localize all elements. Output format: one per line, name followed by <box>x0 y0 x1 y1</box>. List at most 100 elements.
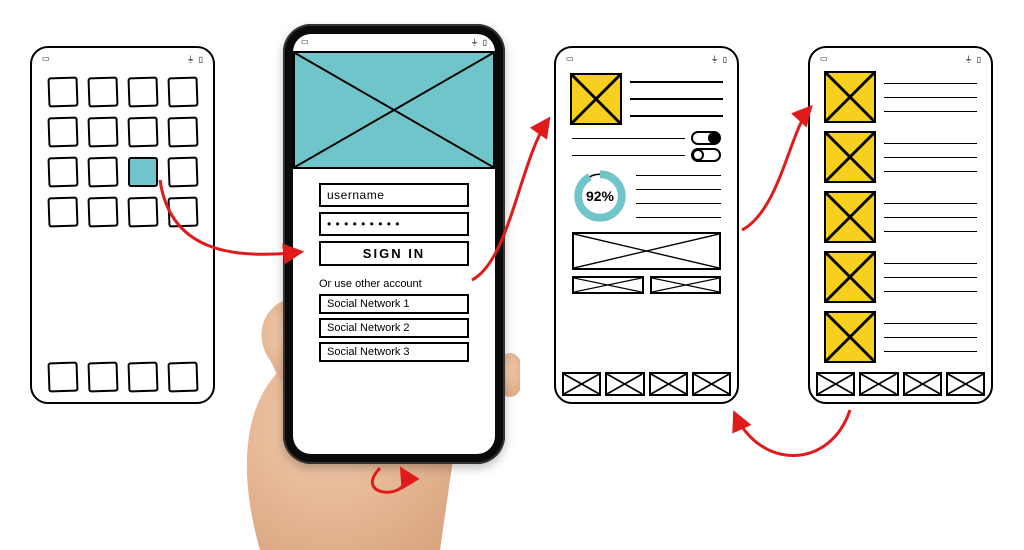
text-line-placeholder <box>884 231 977 232</box>
app-icon[interactable] <box>87 116 118 147</box>
tab-item[interactable] <box>946 372 985 396</box>
wifi-icon: ⏚ <box>965 54 973 65</box>
dock-app-icon[interactable] <box>47 361 78 392</box>
username-field[interactable]: username <box>319 183 469 207</box>
thumbnail-placeholder <box>824 71 876 123</box>
wireframe-screen-login: ▭ ⏚ ▯ username • • • • • • • • • SIGN IN… <box>293 34 495 454</box>
status-notch-icon: ▭ <box>42 54 50 65</box>
app-icon[interactable] <box>87 76 118 107</box>
dock-app-icon[interactable] <box>127 361 158 392</box>
app-icon[interactable] <box>127 196 158 227</box>
battery-icon: ▯ <box>723 55 727 64</box>
text-line-placeholder <box>884 323 977 324</box>
text-line-placeholder <box>884 337 977 338</box>
app-icon[interactable] <box>47 156 78 187</box>
text-line-placeholder <box>884 111 977 112</box>
text-line-placeholder <box>572 155 685 156</box>
text-line-placeholder <box>630 115 723 117</box>
wireframe-screen-profile: ▭ ⏚ ▯ 92% <box>554 46 739 404</box>
tab-item[interactable] <box>816 372 855 396</box>
tab-bar <box>562 372 731 396</box>
tab-item[interactable] <box>605 372 644 396</box>
text-line-placeholder <box>884 97 977 98</box>
wifi-icon: ⏚ <box>711 54 719 65</box>
feed-row[interactable] <box>816 67 985 127</box>
app-icon[interactable] <box>127 116 158 147</box>
app-icon-selected[interactable] <box>128 157 158 187</box>
app-grid <box>38 67 207 227</box>
tab-item[interactable] <box>859 372 898 396</box>
feed-row[interactable] <box>816 247 985 307</box>
avatar-placeholder <box>570 73 622 125</box>
arrow-login-loop <box>372 468 405 492</box>
app-icon[interactable] <box>167 156 198 187</box>
app-icon[interactable] <box>47 196 78 227</box>
tab-item[interactable] <box>562 372 601 396</box>
app-icon[interactable] <box>167 116 198 147</box>
text-line-placeholder <box>884 143 977 144</box>
battery-icon: ▯ <box>483 38 487 47</box>
hero-image-placeholder <box>293 51 495 169</box>
card-placeholder[interactable] <box>572 276 644 294</box>
tab-bar <box>816 372 985 396</box>
toggle-switch[interactable] <box>691 148 721 162</box>
social-login-button[interactable]: Social Network 1 <box>319 294 469 314</box>
tab-item[interactable] <box>903 372 942 396</box>
status-notch-icon: ▭ <box>820 54 828 65</box>
sign-in-button[interactable]: SIGN IN <box>319 241 469 266</box>
app-icon[interactable] <box>87 196 118 227</box>
arrow-profile-to-feed <box>742 108 810 230</box>
feed-row[interactable] <box>816 307 985 367</box>
app-icon[interactable] <box>127 76 158 107</box>
text-line-placeholder <box>884 157 977 158</box>
thumbnail-placeholder <box>824 251 876 303</box>
text-line-placeholder <box>630 81 723 83</box>
or-use-other-text: Or use other account <box>319 278 495 290</box>
thumbnail-placeholder <box>824 131 876 183</box>
app-icon[interactable] <box>167 196 198 227</box>
status-notch-icon: ▭ <box>566 54 574 65</box>
text-line-placeholder <box>884 277 977 278</box>
arrow-feed-to-profile <box>735 410 850 456</box>
app-icon[interactable] <box>167 76 198 107</box>
thumbnail-placeholder <box>824 311 876 363</box>
text-line-placeholder <box>884 217 977 218</box>
status-notch-icon: ▭ <box>301 37 309 48</box>
status-bar: ▭ ⏚ ▯ <box>816 52 985 67</box>
dock <box>32 362 213 392</box>
text-line-placeholder <box>572 138 685 139</box>
social-login-button[interactable]: Social Network 3 <box>319 342 469 362</box>
app-icon[interactable] <box>47 116 78 147</box>
password-field[interactable]: • • • • • • • • • <box>319 212 469 236</box>
text-line-placeholder <box>884 171 977 172</box>
text-line-placeholder <box>636 175 721 176</box>
battery-icon: ▯ <box>977 55 981 64</box>
banner-placeholder <box>572 232 721 270</box>
wifi-icon: ⏚ <box>471 37 479 48</box>
feed-row[interactable] <box>816 187 985 247</box>
wifi-icon: ⏚ <box>187 54 195 65</box>
app-icon[interactable] <box>87 156 118 187</box>
text-line-placeholder <box>884 203 977 204</box>
dock-app-icon[interactable] <box>167 361 198 392</box>
tab-item[interactable] <box>649 372 688 396</box>
text-line-placeholder <box>636 203 721 204</box>
status-bar: ▭ ⏚ ▯ <box>562 52 731 67</box>
text-line-placeholder <box>884 351 977 352</box>
text-line-placeholder <box>630 98 723 100</box>
toggle-switch[interactable] <box>691 131 721 145</box>
battery-icon: ▯ <box>199 55 203 64</box>
dock-app-icon[interactable] <box>87 361 118 392</box>
status-bar: ▭ ⏚ ▯ <box>293 34 495 51</box>
social-login-button[interactable]: Social Network 2 <box>319 318 469 338</box>
app-icon[interactable] <box>47 76 78 107</box>
progress-percent-label: 92% <box>572 168 628 224</box>
thumbnail-placeholder <box>824 191 876 243</box>
feed-row[interactable] <box>816 127 985 187</box>
text-line-placeholder <box>884 291 977 292</box>
status-bar: ▭ ⏚ ▯ <box>38 52 207 67</box>
card-placeholder[interactable] <box>650 276 722 294</box>
text-line-placeholder <box>884 263 977 264</box>
progress-ring: 92% <box>572 168 628 224</box>
tab-item[interactable] <box>692 372 731 396</box>
